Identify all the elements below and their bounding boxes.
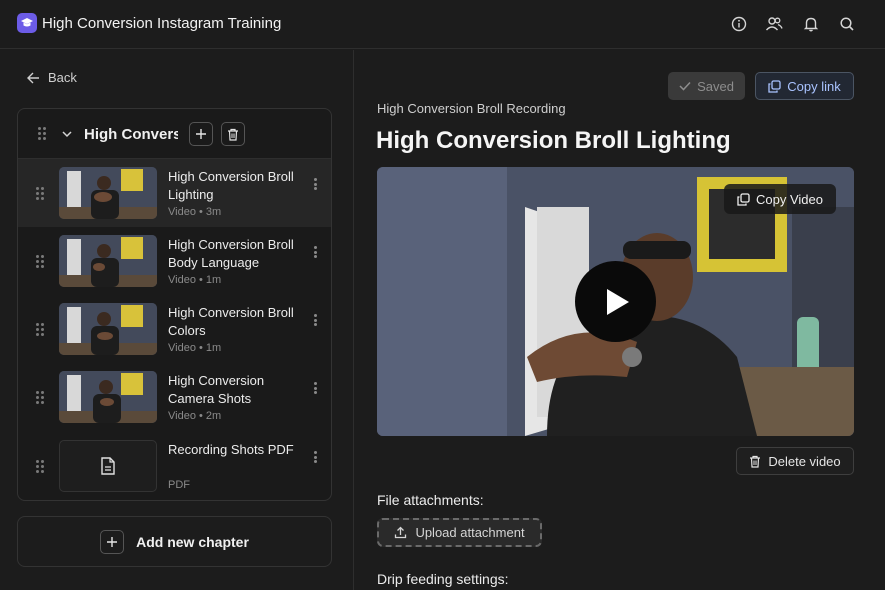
upload-attachment-button[interactable]: Upload attachment <box>377 518 542 547</box>
lesson-title: High Conversion Broll Body Language <box>168 237 294 270</box>
lesson-item[interactable]: High Conversion Broll Colors Video • 1m <box>18 295 331 363</box>
more-vertical-icon[interactable] <box>314 382 318 394</box>
chapter-card: High Conversi High Conversion Broll Ligh… <box>17 108 332 501</box>
breadcrumb[interactable]: High Conversion Broll Recording <box>377 101 566 116</box>
lesson-title: Recording Shots PDF <box>168 442 294 457</box>
more-vertical-icon[interactable] <box>314 178 318 190</box>
lesson-title: High Conversion Broll Lighting <box>168 169 294 202</box>
upload-icon <box>395 526 407 539</box>
add-chapter-button[interactable]: Add new chapter <box>17 516 332 567</box>
lesson-meta: Video • 1m <box>168 274 222 286</box>
app-title: High Conversion Instagram Training <box>42 15 282 32</box>
lesson-title: High Conversion Camera Shots <box>168 373 265 406</box>
drag-handle-icon[interactable] <box>36 391 46 405</box>
play-icon <box>606 288 629 315</box>
video-thumbnail <box>59 303 157 355</box>
lesson-meta: Video • 1m <box>168 342 222 354</box>
lesson-meta: Video • 3m <box>168 206 222 218</box>
trash-icon <box>750 455 761 468</box>
drag-handle-icon[interactable] <box>36 460 46 474</box>
play-button[interactable] <box>575 261 656 342</box>
lesson-item[interactable]: Recording Shots PDF PDF <box>18 432 331 500</box>
check-icon <box>679 81 691 91</box>
delete-video-button[interactable]: Delete video <box>736 447 854 475</box>
plus-icon <box>196 129 206 139</box>
add-lesson-button[interactable] <box>189 122 213 146</box>
video-thumbnail <box>59 371 157 423</box>
drip-feeding-label: Drip feeding settings: <box>377 571 509 587</box>
copy-link-label: Copy link <box>787 78 841 94</box>
drag-handle-icon[interactable] <box>36 323 46 337</box>
copy-video-button[interactable]: Copy Video <box>724 184 836 214</box>
back-label: Back <box>48 70 77 85</box>
copy-video-label: Copy Video <box>756 191 823 207</box>
bell-icon[interactable] <box>802 15 820 33</box>
video-thumbnail <box>59 167 157 219</box>
copy-link-button[interactable]: Copy link <box>755 72 854 100</box>
search-icon[interactable] <box>838 15 856 33</box>
more-vertical-icon[interactable] <box>314 246 318 258</box>
pdf-thumbnail <box>59 440 157 492</box>
file-attachments-label: File attachments: <box>377 492 484 508</box>
plus-icon <box>100 529 125 554</box>
video-thumbnail <box>59 235 157 287</box>
copy-icon <box>768 79 781 93</box>
lesson-title: High Conversion Broll Colors <box>168 305 294 338</box>
page-title[interactable]: High Conversion Broll Lighting <box>376 127 731 155</box>
back-button[interactable]: Back <box>27 70 77 85</box>
saved-button: Saved <box>668 72 745 100</box>
chapter-header: High Conversi <box>18 109 331 159</box>
lesson-meta: Video • 2m <box>168 410 222 422</box>
users-icon[interactable] <box>765 15 783 33</box>
lesson-item[interactable]: High Conversion Broll Body Language Vide… <box>18 227 331 295</box>
chevron-down-icon[interactable] <box>61 127 73 145</box>
copy-icon <box>737 192 750 206</box>
lesson-editor: Saved Copy link High Conversion Broll Re… <box>355 50 885 590</box>
drag-handle-icon[interactable] <box>36 187 46 201</box>
info-icon[interactable] <box>730 15 748 33</box>
upload-attachment-label: Upload attachment <box>415 525 525 540</box>
trash-icon <box>228 128 238 141</box>
drag-handle-icon[interactable] <box>38 127 48 141</box>
add-chapter-label: Add new chapter <box>136 533 249 550</box>
more-vertical-icon[interactable] <box>314 451 318 463</box>
course-outline-panel: Back High Conversi High Conversion Broll… <box>0 50 354 590</box>
file-icon <box>101 457 115 475</box>
drag-handle-icon[interactable] <box>36 255 46 269</box>
graduation-cap-icon <box>17 13 37 33</box>
more-vertical-icon[interactable] <box>314 314 318 326</box>
delete-video-label: Delete video <box>768 453 841 469</box>
arrow-left-icon <box>27 72 39 83</box>
lesson-item[interactable]: High Conversion Camera Shots Video • 2m <box>18 363 331 431</box>
delete-chapter-button[interactable] <box>221 122 245 146</box>
saved-label: Saved <box>697 78 734 94</box>
lesson-item[interactable]: High Conversion Broll Lighting Video • 3… <box>18 159 331 227</box>
top-bar: High Conversion Instagram Training <box>0 0 885 49</box>
chapter-title[interactable]: High Conversi <box>84 126 178 143</box>
video-player[interactable]: Copy Video <box>377 167 854 436</box>
lesson-meta: PDF <box>168 479 190 491</box>
